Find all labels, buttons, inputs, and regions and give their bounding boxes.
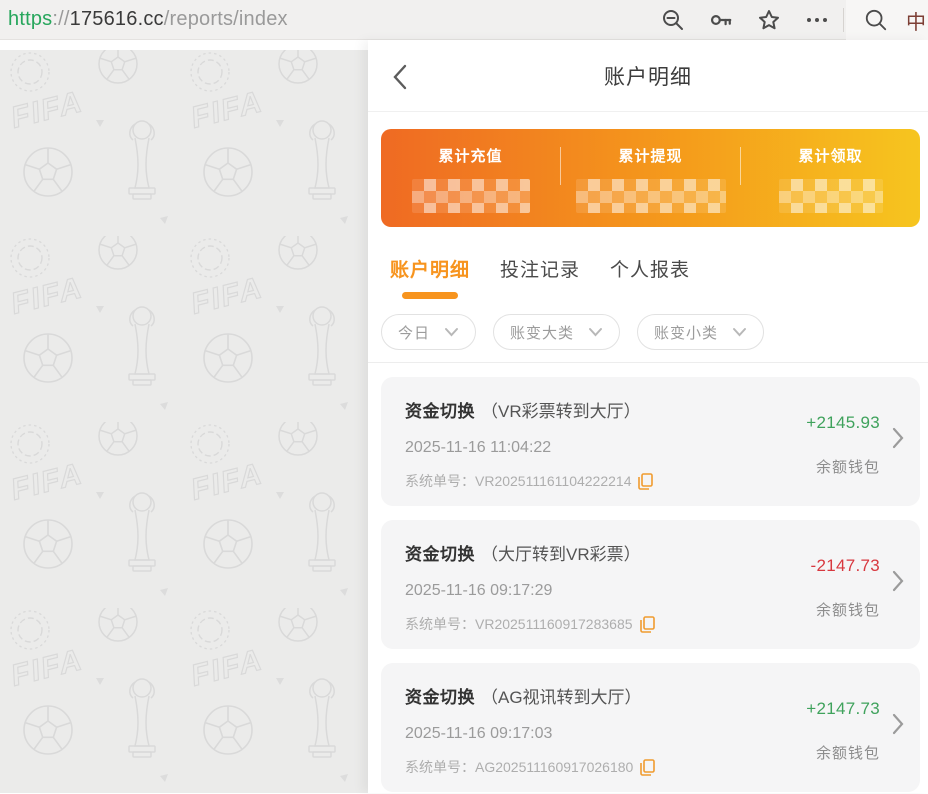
filter-bar: 今日 账变大类 账变小类 xyxy=(368,299,928,350)
filter-label: 账变大类 xyxy=(510,322,574,343)
summary-card: 累计充值 累计提现 累计领取 xyxy=(381,129,920,227)
transaction-card[interactable]: 资金切换 （AG视讯转到大厅） 2025-11-16 09:17:03 系统单号… xyxy=(381,663,920,792)
pattern-top-strip xyxy=(0,40,368,50)
order-label: 系统单号： xyxy=(405,614,475,634)
order-number: VR202511161104222214 xyxy=(475,473,631,489)
fifa-watermark-svg: FIFA xyxy=(0,50,368,793)
toolbar-divider xyxy=(843,8,844,32)
address-bar[interactable]: https://175616.cc/reports/index xyxy=(0,8,288,31)
masked-value xyxy=(412,179,530,213)
url-path: /reports/index xyxy=(164,8,288,31)
tab-personal-report[interactable]: 个人报表 xyxy=(610,255,690,299)
language-button[interactable]: 中 xyxy=(906,6,926,35)
star-icon[interactable] xyxy=(757,8,781,32)
browser-search-segment: 中 xyxy=(846,0,928,40)
masked-value xyxy=(576,179,726,213)
app-panel: 账户明细 累计充值 累计提现 累计领取 账户明细 xyxy=(368,40,928,793)
copy-icon[interactable] xyxy=(640,759,655,776)
chevron-down-icon xyxy=(732,327,747,337)
transaction-type: 资金切换 xyxy=(405,397,475,422)
chevron-left-icon xyxy=(392,64,408,90)
transaction-detail: （AG视讯转到大厅） xyxy=(481,683,642,708)
filter-date-dropdown[interactable]: 今日 xyxy=(381,314,476,350)
url-separator: :// xyxy=(52,8,69,31)
chevron-down-icon xyxy=(588,327,603,337)
summary-label: 累计领取 xyxy=(798,145,862,166)
tab-bet-records[interactable]: 投注记录 xyxy=(500,255,580,299)
browser-toolbar-icons: 中 xyxy=(649,0,928,40)
transaction-amount: +2147.73 xyxy=(806,699,880,719)
transaction-right-column: +2147.73 余额钱包 xyxy=(806,699,880,763)
transaction-wallet: 余额钱包 xyxy=(806,456,880,477)
transaction-wallet: 余额钱包 xyxy=(810,599,880,620)
masked-value xyxy=(779,179,883,213)
tab-active-underline xyxy=(402,292,458,299)
transaction-right-column: +2145.93 余额钱包 xyxy=(806,413,880,477)
page-body: FIFA xyxy=(0,40,928,793)
page-title: 账户明细 xyxy=(604,61,692,91)
summary-total-deposit: 累计充值 xyxy=(381,145,560,227)
chevron-right-icon[interactable] xyxy=(892,713,904,740)
transaction-list: 资金切换 （VR彩票转到大厅） 2025-11-16 11:04:22 系统单号… xyxy=(368,377,928,792)
tab-account-detail[interactable]: 账户明细 xyxy=(390,255,470,299)
url-scheme: https xyxy=(8,8,52,31)
filter-label: 账变小类 xyxy=(654,322,718,343)
key-icon[interactable] xyxy=(709,8,733,32)
zoom-out-icon[interactable] xyxy=(661,8,685,32)
tab-label: 个人报表 xyxy=(610,255,690,282)
summary-label: 累计充值 xyxy=(438,145,502,166)
tab-label: 投注记录 xyxy=(500,255,580,282)
transaction-right-column: -2147.73 余额钱包 xyxy=(810,556,880,620)
transaction-wallet: 余额钱包 xyxy=(806,742,880,763)
order-label: 系统单号： xyxy=(405,471,475,491)
tab-bar: 账户明细 投注记录 个人报表 xyxy=(368,227,928,299)
app-header: 账户明细 xyxy=(368,40,928,112)
chevron-down-icon xyxy=(444,327,459,337)
transaction-amount: +2145.93 xyxy=(806,413,880,433)
transaction-amount: -2147.73 xyxy=(810,556,880,576)
fifa-pattern-background: FIFA xyxy=(0,40,368,793)
order-number: VR202511160917283685 xyxy=(475,616,633,632)
search-icon[interactable] xyxy=(864,8,888,32)
summary-label: 累计提现 xyxy=(618,145,682,166)
browser-bar: https://175616.cc/reports/index xyxy=(0,0,928,40)
copy-icon[interactable] xyxy=(640,616,655,633)
url-host: 175616.cc xyxy=(70,8,164,31)
copy-icon[interactable] xyxy=(638,473,653,490)
filter-label: 今日 xyxy=(398,322,430,343)
filter-minor-category-dropdown[interactable]: 账变小类 xyxy=(637,314,764,350)
summary-total-withdraw: 累计提现 xyxy=(561,145,740,227)
transaction-detail: （大厅转到VR彩票） xyxy=(481,540,641,565)
transaction-type: 资金切换 xyxy=(405,540,475,565)
order-number: AG202511160917026180 xyxy=(475,759,633,775)
section-divider xyxy=(368,362,928,363)
filter-major-category-dropdown[interactable]: 账变大类 xyxy=(493,314,620,350)
tab-label: 账户明细 xyxy=(390,255,470,282)
transaction-card[interactable]: 资金切换 （VR彩票转到大厅） 2025-11-16 11:04:22 系统单号… xyxy=(381,377,920,506)
transaction-type: 资金切换 xyxy=(405,683,475,708)
transaction-detail: （VR彩票转到大厅） xyxy=(481,397,641,422)
more-icon[interactable] xyxy=(805,8,829,32)
back-button[interactable] xyxy=(392,64,412,90)
chevron-right-icon[interactable] xyxy=(892,570,904,597)
chevron-right-icon[interactable] xyxy=(892,427,904,454)
summary-total-claim: 累计领取 xyxy=(741,145,920,227)
transaction-card[interactable]: 资金切换 （大厅转到VR彩票） 2025-11-16 09:17:29 系统单号… xyxy=(381,520,920,649)
order-label: 系统单号： xyxy=(405,757,475,777)
